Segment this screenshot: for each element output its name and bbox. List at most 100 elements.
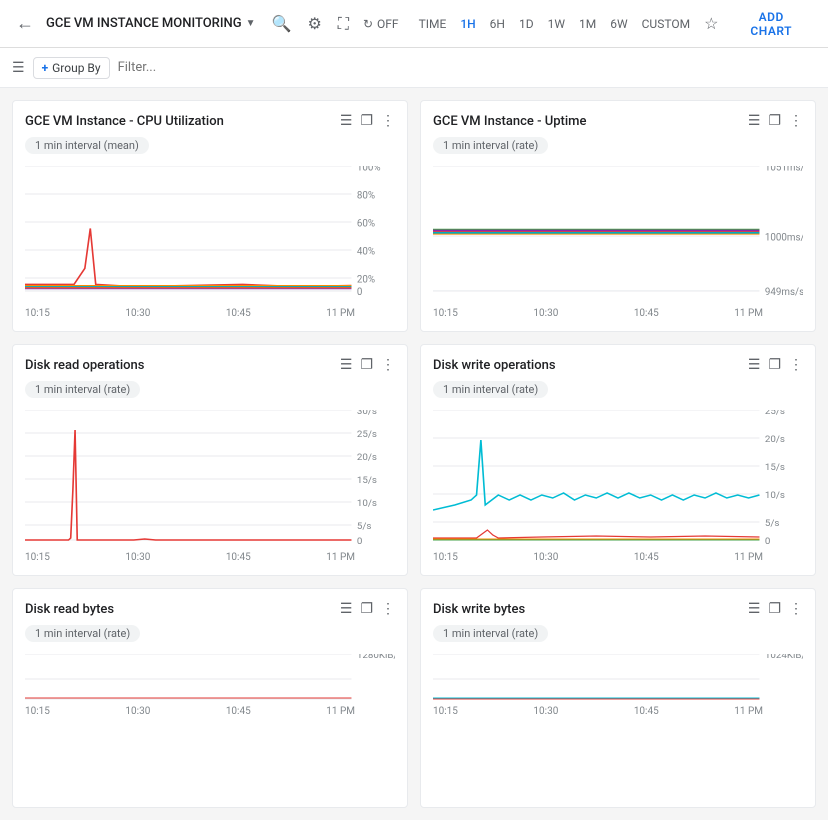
x-axis: 10:15 10:30 10:45 11 PM	[433, 552, 803, 563]
chart-title: Disk read operations	[25, 358, 144, 373]
legend-icon[interactable]: ☰	[748, 601, 761, 617]
chart-title: Disk read bytes	[25, 602, 114, 617]
svg-text:949ms/s: 949ms/s	[765, 287, 803, 298]
nav-icons: 🔍 ⚙ ⛶	[272, 14, 349, 34]
chart-actions: ☰ ❐ ⋮	[748, 113, 803, 129]
chart-actions: ☰ ❐ ⋮	[748, 601, 803, 617]
time-btn-1W[interactable]: 1W	[542, 13, 571, 35]
x-axis: 10:15 10:30 10:45 11 PM	[433, 706, 803, 717]
chart-header: GCE VM Instance - Uptime ☰ ❐ ⋮	[433, 113, 803, 129]
more-icon[interactable]: ⋮	[789, 357, 803, 373]
expand-icon[interactable]: ❐	[360, 113, 373, 129]
svg-text:25/s: 25/s	[765, 410, 785, 417]
chart-header: Disk write operations ☰ ❐ ⋮	[433, 357, 803, 373]
interval-badge: 1 min interval (rate)	[433, 381, 548, 398]
time-btn-1D[interactable]: 1D	[513, 13, 540, 35]
legend-icon[interactable]: ☰	[340, 113, 353, 129]
svg-text:25/s: 25/s	[357, 429, 377, 440]
chart-actions: ☰ ❐ ⋮	[748, 357, 803, 373]
chart-area: 100% 80% 60% 40% 20% 0	[25, 166, 395, 306]
more-icon[interactable]: ⋮	[381, 357, 395, 373]
svg-text:0: 0	[357, 536, 362, 547]
group-by-button[interactable]: + Group By	[33, 57, 110, 79]
page-title: GCE VM INSTANCE MONITORING ▼	[46, 16, 256, 31]
chart-disk-read-bytes: Disk read bytes ☰ ❐ ⋮ 1 min interval (ra…	[12, 588, 408, 808]
x-axis: 10:15 10:30 10:45 11 PM	[25, 552, 395, 563]
filter-bar: ☰ + Group By	[0, 48, 828, 88]
more-icon[interactable]: ⋮	[381, 601, 395, 617]
svg-text:20/s: 20/s	[765, 434, 785, 445]
legend-icon[interactable]: ☰	[748, 357, 761, 373]
filter-input[interactable]	[118, 60, 816, 75]
svg-text:5/s: 5/s	[357, 521, 372, 532]
plus-icon: +	[42, 61, 49, 75]
svg-text:1000ms/s: 1000ms/s	[765, 232, 803, 243]
filter-menu-icon[interactable]: ☰	[12, 60, 25, 76]
legend-icon[interactable]: ☰	[340, 601, 353, 617]
expand-icon[interactable]: ❐	[360, 357, 373, 373]
legend-icon[interactable]: ☰	[748, 113, 761, 129]
x-axis: 10:15 10:30 10:45 11 PM	[25, 308, 395, 319]
chart-area: 25/s 20/s 15/s 10/s 5/s 0	[433, 410, 803, 550]
time-btn-custom[interactable]: CUSTOM	[636, 13, 696, 35]
svg-text:1024KiB/s: 1024KiB/s	[765, 654, 803, 661]
interval-badge: 1 min interval (rate)	[25, 381, 140, 398]
time-btn-6H[interactable]: 6H	[484, 13, 511, 35]
charts-container: GCE VM Instance - CPU Utilization ☰ ❐ ⋮ …	[0, 88, 828, 820]
chart-actions: ☰ ❐ ⋮	[340, 357, 395, 373]
time-btn-1M[interactable]: 1M	[573, 13, 602, 35]
svg-text:60%: 60%	[357, 218, 375, 229]
interval-badge: 1 min interval (rate)	[433, 137, 548, 154]
svg-text:80%: 80%	[357, 190, 375, 201]
time-buttons: TIME 1H 6H 1D 1W 1M 6W CUSTOM	[413, 13, 696, 35]
x-axis: 10:15 10:30 10:45 11 PM	[25, 706, 395, 717]
add-chart-button[interactable]: ADD CHART	[726, 4, 816, 44]
refresh-off-button[interactable]: ↻ OFF	[357, 13, 405, 35]
x-axis: 10:15 10:30 10:45 11 PM	[433, 308, 803, 319]
title-dropdown-icon[interactable]: ▼	[246, 18, 256, 29]
time-btn-1H[interactable]: 1H	[454, 13, 481, 35]
interval-badge: 1 min interval (rate)	[433, 625, 548, 642]
interval-badge: 1 min interval (mean)	[25, 137, 149, 154]
svg-text:15/s: 15/s	[357, 475, 377, 486]
svg-text:1051ms/s: 1051ms/s	[765, 166, 803, 173]
top-nav: ← GCE VM INSTANCE MONITORING ▼ 🔍 ⚙ ⛶ ↻ O…	[0, 0, 828, 48]
time-btn-6W[interactable]: 6W	[604, 13, 633, 35]
chart-disk-write-ops: Disk write operations ☰ ❐ ⋮ 1 min interv…	[420, 344, 816, 576]
chart-area: 1280KiB/s	[25, 654, 395, 704]
settings-icon[interactable]: ⚙	[307, 14, 321, 33]
chart-title: Disk write operations	[433, 358, 556, 373]
chart-header: Disk read operations ☰ ❐ ⋮	[25, 357, 395, 373]
chart-area: 30/s 25/s 20/s 15/s 10/s 5/s 0	[25, 410, 395, 550]
expand-icon[interactable]: ❐	[768, 601, 781, 617]
more-icon[interactable]: ⋮	[381, 113, 395, 129]
chart-actions: ☰ ❐ ⋮	[340, 601, 395, 617]
expand-icon[interactable]: ❐	[768, 113, 781, 129]
favorite-icon[interactable]: ☆	[704, 14, 718, 33]
refresh-icon: ↻	[363, 17, 373, 31]
svg-text:10/s: 10/s	[765, 490, 785, 501]
chart-disk-write-bytes: Disk write bytes ☰ ❐ ⋮ 1 min interval (r…	[420, 588, 816, 808]
more-icon[interactable]: ⋮	[789, 601, 803, 617]
svg-text:15/s: 15/s	[765, 462, 785, 473]
fullscreen-icon[interactable]: ⛶	[338, 14, 349, 34]
back-button[interactable]: ←	[12, 9, 38, 38]
more-icon[interactable]: ⋮	[789, 113, 803, 129]
svg-text:0: 0	[357, 287, 363, 298]
svg-text:30/s: 30/s	[357, 410, 377, 417]
svg-text:1280KiB/s: 1280KiB/s	[357, 654, 395, 661]
svg-text:5/s: 5/s	[765, 518, 780, 529]
chart-title: GCE VM Instance - CPU Utilization	[25, 114, 224, 129]
svg-text:10/s: 10/s	[357, 498, 377, 509]
chart-actions: ☰ ❐ ⋮	[340, 113, 395, 129]
svg-text:20/s: 20/s	[357, 452, 377, 463]
chart-title: GCE VM Instance - Uptime	[433, 114, 586, 129]
chart-area: 1024KiB/s	[433, 654, 803, 704]
chart-cpu-utilization: GCE VM Instance - CPU Utilization ☰ ❐ ⋮ …	[12, 100, 408, 332]
expand-icon[interactable]: ❐	[360, 601, 373, 617]
svg-text:0: 0	[765, 536, 770, 547]
legend-icon[interactable]: ☰	[340, 357, 353, 373]
expand-icon[interactable]: ❐	[768, 357, 781, 373]
time-btn-TIME[interactable]: TIME	[413, 13, 453, 35]
search-icon[interactable]: 🔍	[272, 14, 292, 33]
